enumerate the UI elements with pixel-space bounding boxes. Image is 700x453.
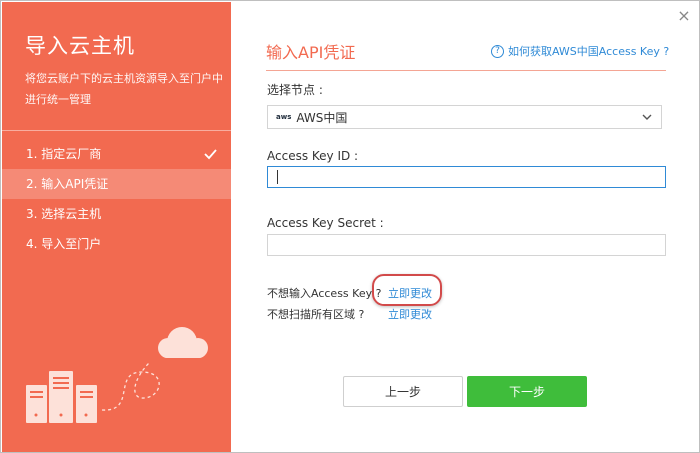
step-2-enter-api-credentials[interactable]: 2. 输入API凭证: [2, 169, 231, 199]
heading-rule: [266, 70, 666, 71]
help-link[interactable]: ? 如何获取AWS中国Access Key ?: [491, 43, 669, 59]
step-4-import-to-portal[interactable]: 4. 导入至门户: [2, 229, 231, 259]
close-icon[interactable]: ×: [675, 7, 693, 25]
region-select[interactable]: aws AWS中国: [267, 105, 662, 129]
question-circle-icon: ?: [491, 44, 504, 58]
text-caret: [277, 170, 278, 184]
change-now-link-regions[interactable]: 立即更改: [388, 306, 432, 322]
chevron-down-icon: [642, 114, 652, 120]
no-access-key-text: 不想输入Access Key ?: [267, 287, 382, 300]
sidebar-description: 将您云账户下的云主机资源导入至门户中进行统一管理: [25, 72, 223, 106]
help-link-text: 如何获取AWS中国Access Key ?: [508, 45, 670, 58]
region-label: 选择节点 :: [267, 83, 323, 97]
section-heading: 输入API凭证: [266, 43, 356, 62]
access-key-secret-input[interactable]: [267, 234, 666, 256]
sidebar-title: 导入云主机: [25, 34, 135, 58]
sidebar-divider: [2, 130, 231, 131]
cloud-servers-illustration: [26, 327, 208, 423]
step-label: 3. 选择云主机: [26, 207, 102, 221]
next-step-button[interactable]: 下一步: [467, 376, 587, 407]
aws-logo-icon: aws: [276, 112, 292, 121]
access-key-id-input[interactable]: [267, 166, 666, 188]
cloud-icon: [158, 327, 208, 358]
step-label: 1. 指定云厂商: [26, 147, 102, 161]
step-1-specify-vendor[interactable]: 1. 指定云厂商: [2, 139, 231, 169]
step-3-select-hosts[interactable]: 3. 选择云主机: [2, 199, 231, 229]
access-key-secret-label: Access Key Secret :: [267, 216, 384, 230]
region-select-value: AWS中国: [296, 110, 348, 125]
check-icon: [204, 149, 217, 160]
step-label: 4. 导入至门户: [26, 237, 102, 251]
import-cloud-host-dialog: 导入云主机 将您云账户下的云主机资源导入至门户中进行统一管理 1. 指定云厂商 …: [0, 0, 700, 453]
previous-step-button[interactable]: 上一步: [343, 376, 463, 407]
step-label: 2. 输入API凭证: [26, 177, 109, 191]
no-scan-regions-text: 不想扫描所有区域 ?: [267, 308, 365, 321]
highlight-annotation: [372, 274, 442, 306]
wizard-sidebar: 导入云主机 将您云账户下的云主机资源导入至门户中进行统一管理 1. 指定云厂商 …: [2, 2, 231, 452]
access-key-id-label: Access Key ID :: [267, 149, 359, 163]
